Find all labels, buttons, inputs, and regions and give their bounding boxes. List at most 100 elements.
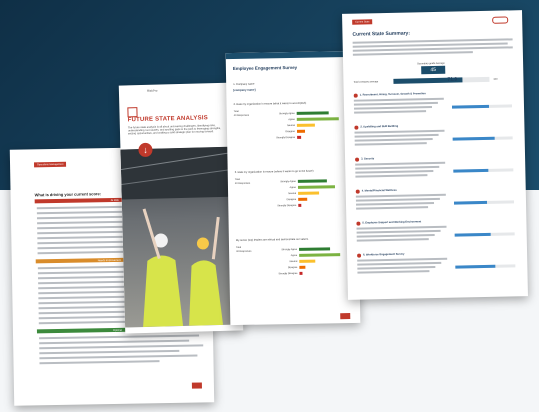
- summary-item-text: [353, 97, 444, 102]
- summary-item-text: [354, 138, 433, 142]
- scale-label: Disagree: [285, 129, 296, 133]
- scale-label: Strongly Agree: [278, 111, 295, 115]
- summary-item-text: [357, 266, 436, 270]
- summary-item-icon: [356, 221, 361, 226]
- section-label-optimal: Optimal: [112, 328, 122, 332]
- response-bar: [296, 123, 316, 127]
- total-average-label: Total company average: [353, 80, 379, 84]
- company-name-value: [company name]: [233, 87, 256, 93]
- total-average-value: 71.9: [447, 76, 458, 83]
- summary-item-bar: [452, 136, 495, 141]
- summary-item-text: [354, 110, 427, 114]
- summary-item-text: [356, 238, 429, 242]
- page-title: Current State Summary:: [352, 30, 411, 38]
- summary-item-text: [357, 261, 442, 266]
- summary-item-text: [355, 165, 440, 170]
- scale-label: Neutral: [289, 259, 298, 263]
- summary-item-bar: [454, 232, 491, 237]
- summary-item-text: [355, 193, 446, 198]
- response-bar: [299, 253, 340, 257]
- response-bar: [298, 203, 302, 207]
- scale-label: Neutral: [288, 191, 297, 195]
- summary-item-text: [355, 161, 446, 166]
- summary-item-icon: [354, 125, 359, 130]
- summary-item-text: [355, 170, 434, 174]
- document-icon: [127, 107, 138, 118]
- total-average-max: 100: [493, 77, 498, 81]
- response-bar: [296, 117, 339, 121]
- scale-label: Agree: [290, 253, 298, 257]
- response-bar: [297, 135, 302, 139]
- scale-label: Strongly Disagree: [277, 203, 297, 207]
- summary-item-title: 6. Workforce Engagement Survey: [363, 252, 405, 257]
- response-bar: [298, 191, 319, 195]
- scale-label: Strongly Agree: [280, 179, 296, 183]
- summary-item-title: 2. Upskilling and Skill Building: [360, 124, 399, 129]
- engagement-survey-page: Employee Engagement Survey 1. Company na…: [225, 50, 361, 326]
- response-bar: [299, 247, 331, 251]
- page-number-badge: [191, 382, 202, 389]
- summary-item-text: [355, 197, 440, 202]
- score-value: 45: [421, 65, 446, 75]
- summary-item-bar: [453, 168, 489, 173]
- summary-item-text: [354, 129, 445, 134]
- brand-logo: [492, 16, 509, 24]
- scale-label: Disagree: [286, 197, 297, 201]
- future-state-page: RiskPro FUTURE STATE ANALYSIS The future…: [118, 82, 244, 334]
- summary-item-bar: [453, 200, 488, 205]
- response-bar: [299, 259, 315, 263]
- page-subtitle: The future state analysis is all about u…: [127, 124, 221, 136]
- summary-item-bar: [451, 104, 490, 109]
- summary-item-text: [353, 106, 433, 110]
- engineers-photo: [120, 146, 244, 328]
- scale-label: Agree: [289, 185, 297, 189]
- summary-item-text: [356, 225, 447, 230]
- total-label-1: Total: [233, 109, 239, 114]
- response-bar: [297, 185, 336, 189]
- response-bar: [298, 197, 308, 201]
- summary-item-title: 3. Security: [361, 157, 375, 161]
- response-bar: [299, 265, 306, 269]
- summary-item-icon: [357, 253, 362, 258]
- summary-item-text: [354, 142, 427, 146]
- response-bar: [299, 271, 303, 275]
- summary-item-title: 1. Recruitment, Hiring, Turnover, Growth…: [359, 92, 426, 97]
- responses-label-2: 40 Responses: [234, 181, 251, 186]
- summary-item-text: [357, 257, 448, 262]
- question-2: 3. Rate my organization is ensure (where…: [234, 169, 314, 175]
- question-title: What is driving your current score:: [34, 191, 102, 198]
- page-title: Employee Engagement Survey: [232, 64, 298, 72]
- summary-item-title: 5. Employee Support and Working Environm…: [362, 220, 422, 225]
- scale-label: Strongly Disagree: [278, 271, 298, 275]
- page-header-bar: [225, 50, 356, 60]
- total-label-2: Total: [234, 177, 240, 182]
- response-bar: [296, 111, 329, 115]
- page-title: FUTURE STATE ANALYSIS: [127, 115, 208, 124]
- page-tag: Operations Management: [34, 161, 67, 168]
- responses-label-3: 40 Responses: [236, 249, 252, 254]
- summary-item-text: [355, 174, 428, 178]
- summary-item-text: [353, 101, 438, 106]
- summary-item-text: [356, 206, 429, 210]
- page-tag: Current State: [352, 19, 373, 25]
- scale-label: Disagree: [287, 265, 298, 269]
- company-name-label: 1. Company name: [233, 82, 255, 87]
- total-label-3: Total: [236, 245, 242, 250]
- summary-item-icon: [355, 189, 360, 194]
- question-1: 2. Rate my organization is ensure (what …: [233, 101, 307, 107]
- response-bar: [297, 179, 327, 183]
- summary-item-text: [357, 270, 430, 274]
- section-label-needs-improvement: Needs Improvement: [97, 258, 122, 262]
- response-bar: [296, 129, 305, 133]
- score-label: Secondary grade Average: [417, 61, 445, 66]
- scale-label: Strongly Agree: [281, 247, 298, 251]
- scale-label: Agree: [288, 117, 295, 121]
- summary-item-text: [356, 229, 441, 234]
- summary-item-icon: [355, 157, 360, 162]
- summary-item-text: [356, 234, 435, 238]
- summary-item-title: 4. Mental/Financial Wellness: [361, 188, 397, 193]
- summary-item-bar: [455, 264, 495, 269]
- section-label-at-risk: At Risk: [110, 198, 119, 202]
- summary-item-text: [354, 133, 439, 138]
- current-state-summary-page: Current State Current State Summary: Sec…: [342, 10, 528, 300]
